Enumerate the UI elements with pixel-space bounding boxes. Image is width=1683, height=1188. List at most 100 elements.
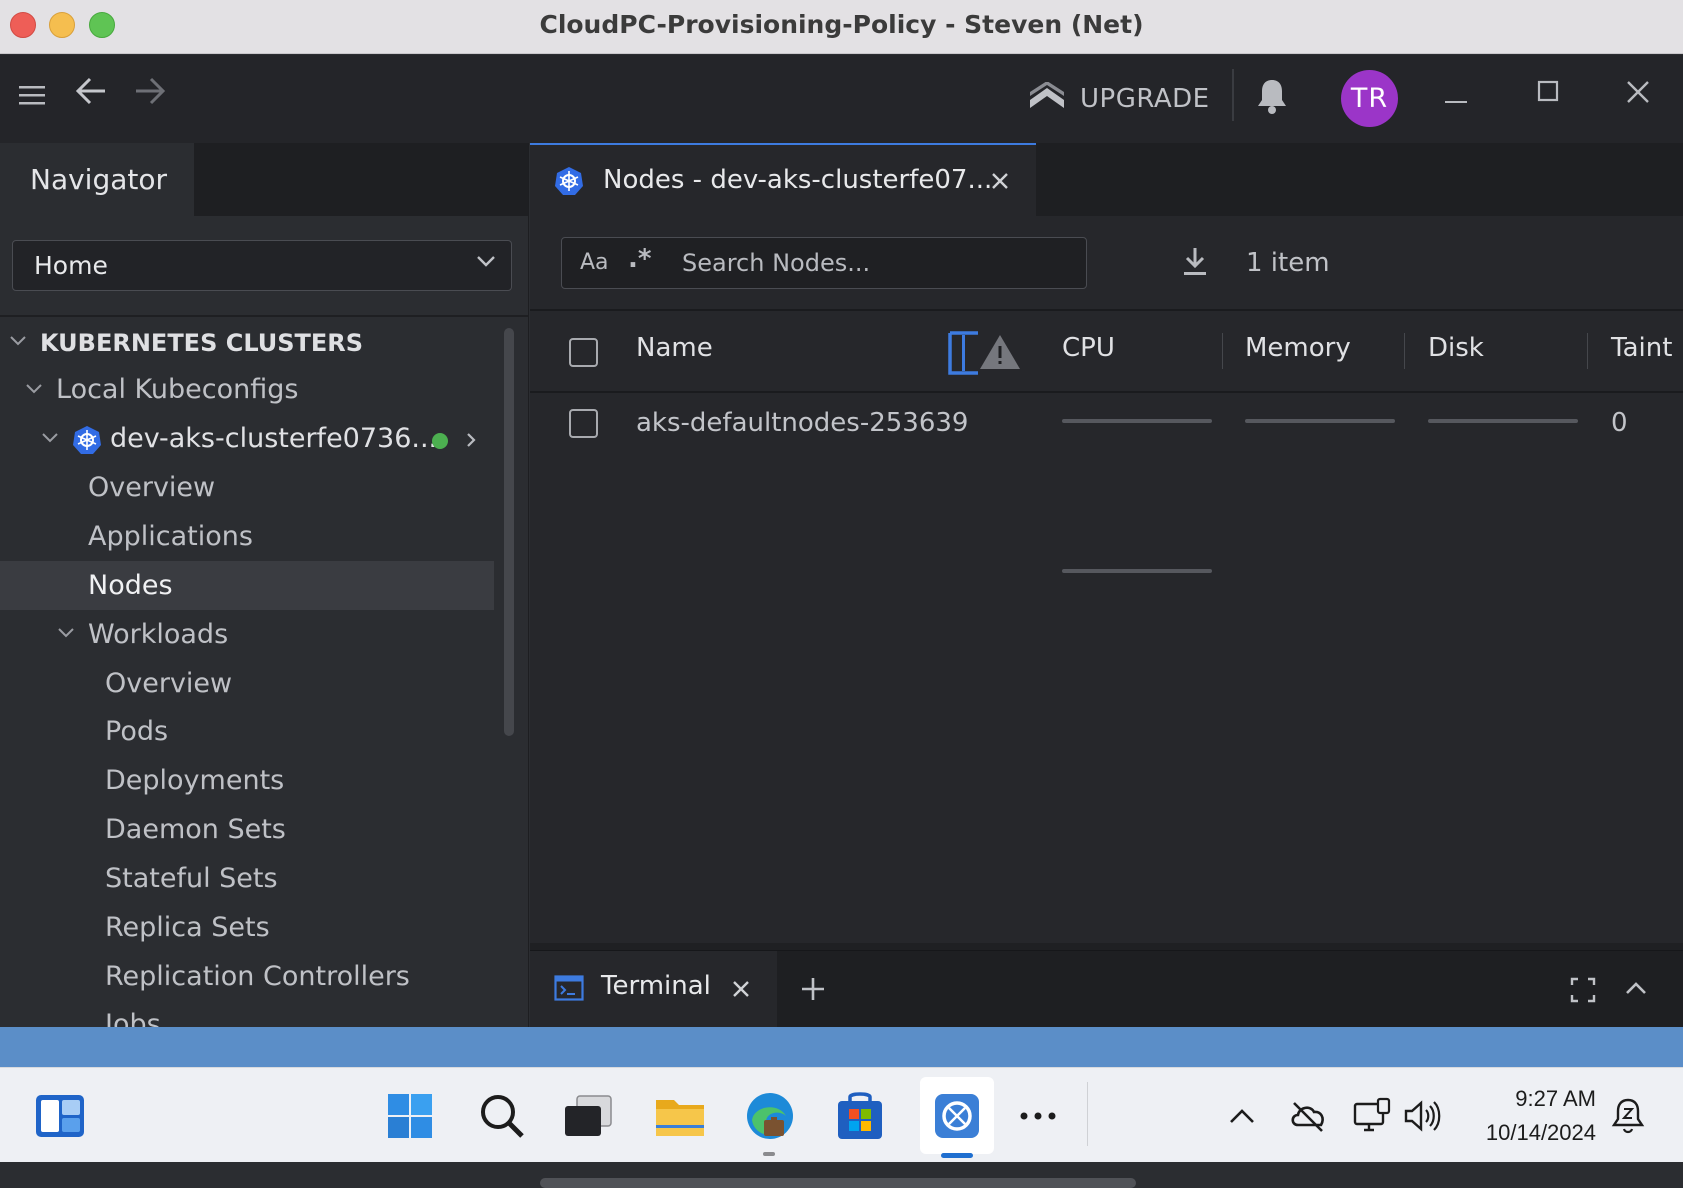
- home-dropdown[interactable]: Home: [12, 240, 512, 291]
- chevron-down-icon[interactable]: [40, 428, 60, 454]
- kubernetes-cluster-icon: [72, 425, 102, 459]
- close-icon[interactable]: [1625, 77, 1651, 111]
- nav-applications[interactable]: Applications: [88, 521, 253, 552]
- column-divider[interactable]: [1222, 333, 1223, 369]
- cluster-item[interactable]: dev-aks-clusterfe0736...: [110, 423, 437, 454]
- column-disk[interactable]: Disk: [1428, 333, 1484, 363]
- column-memory[interactable]: Memory: [1245, 333, 1351, 363]
- tab-nodes[interactable]: Nodes - dev-aks-clusterfe07...: [530, 143, 1036, 216]
- lens-app-icon[interactable]: [927, 1086, 987, 1146]
- chevron-up-icon[interactable]: [1624, 979, 1648, 1003]
- main-tabbar: Nodes - dev-aks-clusterfe07...: [530, 143, 1683, 216]
- lens-running-indicator: [941, 1153, 973, 1158]
- hamburger-menu-icon[interactable]: [19, 79, 47, 113]
- notification-do-not-disturb-icon[interactable]: [1598, 1086, 1658, 1146]
- chevron-down-icon: [475, 249, 497, 279]
- desktop-strip: [0, 1027, 1683, 1067]
- row-checkbox[interactable]: [569, 409, 598, 438]
- column-divider[interactable]: [1404, 333, 1405, 369]
- maximize-icon[interactable]: [1536, 77, 1562, 111]
- nav-stateful-sets[interactable]: Stateful Sets: [105, 863, 278, 894]
- tab-nodes-label: Nodes - dev-aks-clusterfe07...: [603, 165, 993, 195]
- nav-deployments[interactable]: Deployments: [105, 765, 284, 796]
- upgrade-icon: [1030, 82, 1064, 108]
- store-icon[interactable]: [830, 1086, 890, 1146]
- item-count: 1 item: [1246, 248, 1330, 278]
- task-view-icon[interactable]: [558, 1086, 618, 1146]
- column-taints[interactable]: Taint: [1611, 333, 1672, 363]
- upgrade-button[interactable]: UPGRADE: [1028, 79, 1210, 119]
- edge-running-indicator: [763, 1152, 775, 1156]
- start-icon[interactable]: [380, 1086, 440, 1146]
- nodes-selected-highlight: [0, 561, 494, 610]
- horizontal-scrollbar[interactable]: [540, 1178, 1136, 1188]
- clock-date[interactable]: 10/14/2024: [1460, 1120, 1596, 1146]
- terminal-icon: [554, 975, 584, 1005]
- kubernetes-clusters-header[interactable]: KUBERNETES CLUSTERS: [40, 329, 363, 357]
- select-all-checkbox[interactable]: [569, 338, 598, 367]
- nav-workloads-overview[interactable]: Overview: [105, 668, 232, 699]
- column-name[interactable]: Name: [636, 333, 713, 363]
- edge-browser-icon[interactable]: [740, 1086, 800, 1146]
- fullscreen-icon[interactable]: [1570, 977, 1596, 1007]
- match-case-toggle[interactable]: Aa: [580, 250, 609, 275]
- show-hidden-icons-chevron-icon[interactable]: [1212, 1086, 1272, 1146]
- node-name[interactable]: aks-defaultnodes-253639: [636, 408, 968, 438]
- bell-icon[interactable]: [1256, 77, 1288, 121]
- close-tab-icon[interactable]: [990, 171, 1010, 195]
- column-divider[interactable]: [1587, 333, 1588, 369]
- tab-terminal[interactable]: Terminal: [530, 951, 777, 1028]
- onedrive-offline-icon[interactable]: [1278, 1086, 1338, 1146]
- back-arrow-icon[interactable]: [74, 75, 108, 113]
- regex-toggle[interactable]: .*: [628, 244, 651, 274]
- widgets-icon[interactable]: [30, 1086, 90, 1146]
- app-topbar: UPGRADE TR: [0, 55, 1683, 143]
- disk-usage-bar: [1428, 419, 1578, 423]
- avatar[interactable]: TR: [1341, 70, 1398, 127]
- file-explorer-icon[interactable]: [650, 1086, 710, 1146]
- more-icon[interactable]: [1008, 1086, 1068, 1146]
- navigator-tab[interactable]: Navigator: [0, 143, 194, 216]
- local-kubeconfigs-group[interactable]: Local Kubeconfigs: [56, 374, 298, 405]
- search-input[interactable]: [680, 248, 1070, 278]
- nav-daemon-sets[interactable]: Daemon Sets: [105, 814, 286, 845]
- volume-icon[interactable]: [1392, 1086, 1452, 1146]
- column-cpu[interactable]: CPU: [1062, 333, 1115, 363]
- memory-usage-bar: [1245, 419, 1395, 423]
- cluster-connected-status-icon: [432, 433, 448, 449]
- chevron-right-icon[interactable]: [462, 430, 480, 456]
- minimize-icon[interactable]: [1444, 77, 1468, 115]
- navigator-scrollbar[interactable]: [504, 328, 514, 736]
- column-warning-icon[interactable]: [948, 331, 1024, 379]
- chevron-down-icon[interactable]: [56, 623, 76, 649]
- taskbar-divider: [1087, 1082, 1088, 1146]
- navigator-tabbar-fill: [194, 143, 528, 216]
- search-icon[interactable]: [472, 1086, 532, 1146]
- search-box: Aa .*: [561, 237, 1087, 289]
- node-taints: 0: [1611, 408, 1628, 438]
- cpu-usage-bar: [1062, 419, 1212, 423]
- navigator-divider: [0, 315, 528, 317]
- upgrade-label: UPGRADE: [1080, 84, 1210, 114]
- window-title: CloudPC-Provisioning-Policy - Steven (Ne…: [539, 10, 1144, 39]
- nav-pods[interactable]: Pods: [105, 716, 168, 747]
- cpu-usage-bar: [1062, 569, 1212, 573]
- close-terminal-icon[interactable]: [731, 979, 751, 1003]
- forward-arrow-icon[interactable]: [133, 75, 167, 113]
- chevron-down-icon[interactable]: [24, 379, 44, 405]
- clock-time[interactable]: 9:27 AM: [1480, 1086, 1596, 1112]
- new-terminal-plus-icon[interactable]: [800, 976, 826, 1006]
- nav-overview[interactable]: Overview: [88, 472, 215, 503]
- home-dropdown-value: Home: [34, 251, 108, 280]
- nav-workloads[interactable]: Workloads: [88, 619, 228, 650]
- bottom-dock: Terminal: [530, 950, 1683, 1028]
- download-icon[interactable]: [1182, 246, 1208, 282]
- nav-replication-controllers[interactable]: Replication Controllers: [105, 961, 410, 992]
- topbar-divider: [1232, 69, 1234, 121]
- nav-nodes[interactable]: Nodes: [88, 570, 173, 601]
- nodes-toolbar: Aa .* 1 item: [530, 216, 1683, 311]
- chevron-down-icon[interactable]: [8, 331, 28, 357]
- table-body: aks-defaultnodes-253639 0: [530, 393, 1683, 1188]
- nav-jobs[interactable]: Jobs: [105, 1009, 161, 1027]
- nav-replica-sets[interactable]: Replica Sets: [105, 912, 270, 943]
